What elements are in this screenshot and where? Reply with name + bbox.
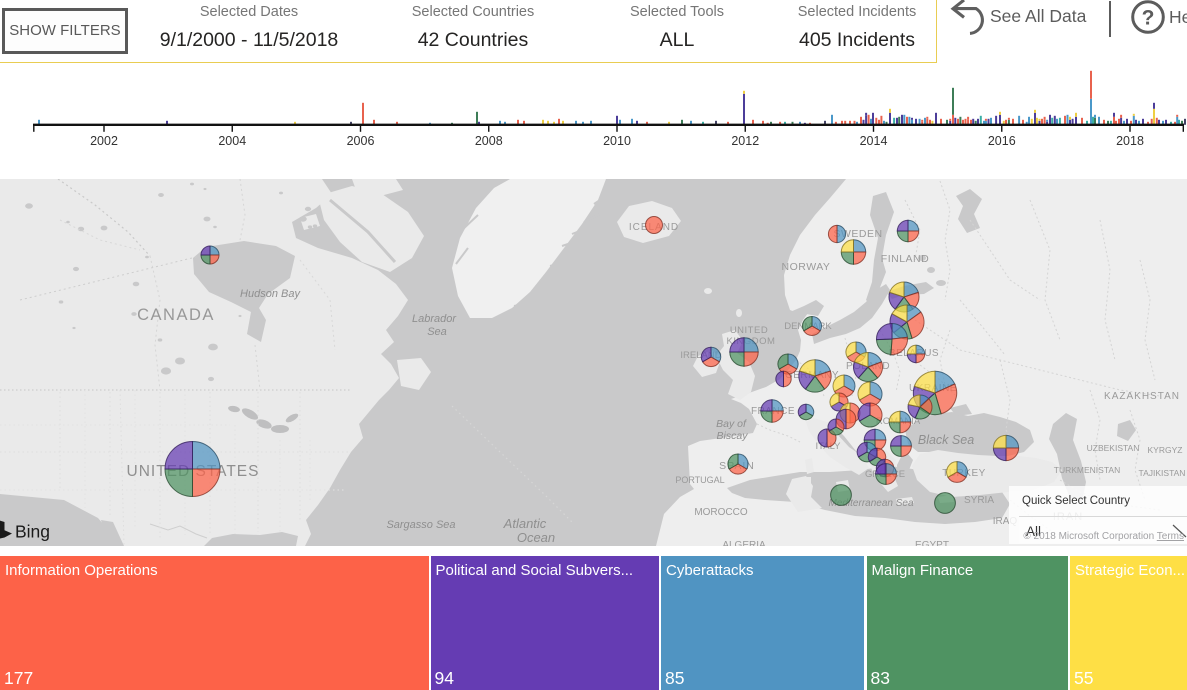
svg-text:MOROCCO: MOROCCO <box>694 507 748 518</box>
svg-text:Atlantic: Atlantic <box>503 516 547 531</box>
svg-text:2018: 2018 <box>1116 134 1144 148</box>
svg-text:Black Sea: Black Sea <box>918 433 974 447</box>
svg-text:FINLAND: FINLAND <box>881 253 929 265</box>
svg-text:KYRGYZ: KYRGYZ <box>1148 445 1183 455</box>
svg-text:Bay of: Bay of <box>716 418 747 430</box>
svg-text:TURKMENISTAN: TURKMENISTAN <box>1054 465 1120 475</box>
svg-text:CANADA: CANADA <box>137 306 215 324</box>
svg-text:Labrador: Labrador <box>412 313 457 325</box>
svg-text:2014: 2014 <box>860 134 888 148</box>
svg-text:2002: 2002 <box>90 134 118 148</box>
svg-text:2012: 2012 <box>731 134 759 148</box>
svg-text:2008: 2008 <box>475 134 503 148</box>
svg-text:Biscay: Biscay <box>717 430 749 442</box>
svg-text:NORWAY: NORWAY <box>782 261 831 273</box>
svg-text:TAJIKISTAN: TAJIKISTAN <box>1139 468 1186 478</box>
svg-text:UNITED: UNITED <box>730 325 768 336</box>
svg-text:Sargasso Sea: Sargasso Sea <box>386 519 455 531</box>
svg-text:UZBEKISTAN: UZBEKISTAN <box>1087 443 1140 453</box>
svg-text:KAZAKHSTAN: KAZAKHSTAN <box>1104 391 1180 402</box>
svg-text:2004: 2004 <box>218 134 246 148</box>
svg-text:2016: 2016 <box>988 134 1016 148</box>
svg-text:Hudson Bay: Hudson Bay <box>240 288 301 300</box>
svg-text:2006: 2006 <box>347 134 375 148</box>
svg-text:2010: 2010 <box>603 134 631 148</box>
svg-text:Sea: Sea <box>427 326 447 338</box>
svg-text:SYRIA: SYRIA <box>964 495 994 506</box>
svg-text:PORTUGAL: PORTUGAL <box>675 475 724 485</box>
